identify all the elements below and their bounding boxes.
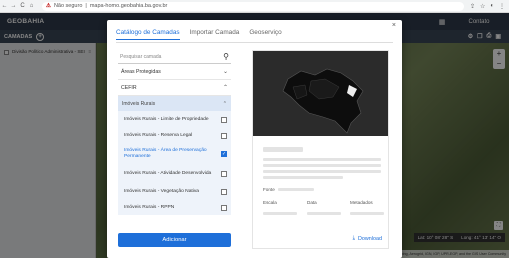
metadata-value-placeholder — [350, 212, 384, 215]
date-value-placeholder — [307, 212, 341, 215]
group-label: CEFIR — [121, 84, 137, 91]
layer-option-label: Imóveis Rurais - RPPN — [124, 204, 175, 210]
chevron-up-icon: ⌃ — [222, 100, 227, 107]
group-label: Áreas Protegidas — [121, 68, 161, 75]
back-icon[interactable]: ← — [0, 3, 9, 9]
download-icon: ⤓ — [352, 235, 356, 241]
modal-tabs: Catálogo de Camadas Importar Camada Geos… — [116, 29, 282, 40]
layer-option-label: Imóveis Rurais - Vegetação Nativa — [124, 189, 200, 195]
layer-option-label: Imóveis Rurais - Atividade Desenvolvida — [124, 171, 212, 177]
url-divider: | — [85, 3, 87, 9]
group-cefir[interactable]: CEFIR ⌃ — [118, 80, 231, 96]
layer-option[interactable]: Imóveis Rurais - Área de Preservação Per… — [118, 144, 231, 164]
download-label: Download — [358, 235, 382, 242]
source-value-placeholder — [278, 188, 314, 191]
layer-checkbox[interactable] — [221, 189, 227, 195]
layer-details: Fonte Escala Data Metadados ⤓ Download — [252, 50, 389, 249]
subgroup-label: Imóveis Rurais — [122, 100, 156, 107]
subgroup-rural-properties[interactable]: Imóveis Rurais ⌃ — [118, 96, 231, 111]
share-icon[interactable]: ⇪ — [470, 3, 475, 10]
layer-option[interactable]: Imóveis Rurais - Vegetação Nativa — [118, 184, 231, 200]
source-label: Fonte — [263, 187, 275, 192]
star-icon[interactable]: ☆ — [480, 3, 485, 10]
layer-option[interactable]: Imóveis Rurais - RPPN — [118, 200, 231, 215]
search-box[interactable]: Pesquisar camada ⚲ — [118, 50, 231, 64]
title-placeholder — [263, 147, 303, 152]
layer-checkbox[interactable] — [221, 171, 227, 177]
tab-import-layer[interactable]: Importar Camada — [190, 29, 240, 40]
profile-icon[interactable]: ◐ — [490, 3, 494, 10]
menu-icon[interactable]: ⋮ — [499, 3, 505, 10]
text-placeholder — [263, 176, 343, 179]
forward-icon[interactable]: → — [9, 3, 18, 9]
metadata-label: Metadados — [350, 200, 373, 205]
home-icon[interactable]: ⌂ — [27, 3, 36, 9]
layer-checkbox[interactable] — [221, 133, 227, 139]
search-input[interactable]: Pesquisar camada — [120, 54, 161, 60]
chevron-down-icon: ⌄ — [222, 69, 228, 75]
browser-toolbar: ← → C ⌂ ⚠ Não seguro | mapa-homo.geobahi… — [0, 0, 509, 13]
text-placeholder — [263, 170, 381, 173]
layer-option-label: Imóveis Rurais - Área de Preservação Per… — [124, 148, 207, 159]
search-icon[interactable]: ⚲ — [223, 52, 229, 61]
scale-value-placeholder — [263, 212, 297, 215]
catalog-list: Pesquisar camada ⚲ Áreas Protegidas ⌄ CE… — [118, 50, 231, 215]
url-text: mapa-homo.geobahia.ba.gov.br — [89, 3, 168, 9]
close-icon[interactable]: × — [392, 22, 396, 29]
layer-option-label: Imóveis Rurais - Limite de Propriedade — [124, 116, 209, 122]
tab-layer-catalog[interactable]: Catálogo de Camadas — [116, 29, 180, 40]
address-bar[interactable]: ⚠ Não seguro | mapa-homo.geobahia.ba.gov… — [42, 1, 464, 11]
layer-option[interactable]: Imóveis Rurais - Atividade Desenvolvida — [118, 164, 231, 184]
scale-label: Escala — [263, 200, 277, 205]
tab-geoservice[interactable]: Geoserviço — [249, 29, 281, 40]
download-button[interactable]: ⤓ Download — [353, 235, 382, 242]
layer-checkbox[interactable] — [221, 204, 227, 211]
security-warning: Não seguro — [53, 3, 83, 9]
catalog-modal: × Catálogo de Camadas Importar Camada Ge… — [107, 20, 402, 258]
layer-preview-image — [253, 51, 388, 136]
date-label: Data — [307, 200, 317, 205]
browser-actions: ⇪ ☆ ◐ ⋮ — [470, 3, 509, 10]
layer-checkbox[interactable] — [221, 116, 227, 123]
preview-map-shape — [253, 51, 388, 136]
chevron-up-icon: ⌃ — [222, 85, 228, 91]
warning-icon: ⚠ — [46, 3, 51, 9]
add-button[interactable]: Adicionar — [118, 233, 231, 247]
group-protected-areas[interactable]: Áreas Protegidas ⌄ — [118, 64, 231, 80]
layer-option[interactable]: Imóveis Rurais - Reserva Legal — [118, 128, 231, 144]
text-placeholder — [263, 158, 381, 161]
layer-checkbox-checked[interactable]: ✓ — [221, 151, 227, 157]
text-placeholder — [263, 164, 381, 167]
tabs-divider — [116, 42, 393, 43]
layer-option[interactable]: Imóveis Rurais - Limite de Propriedade — [118, 111, 231, 128]
reload-icon[interactable]: C — [18, 3, 27, 9]
layer-option-label: Imóveis Rurais - Reserva Legal — [124, 133, 193, 139]
